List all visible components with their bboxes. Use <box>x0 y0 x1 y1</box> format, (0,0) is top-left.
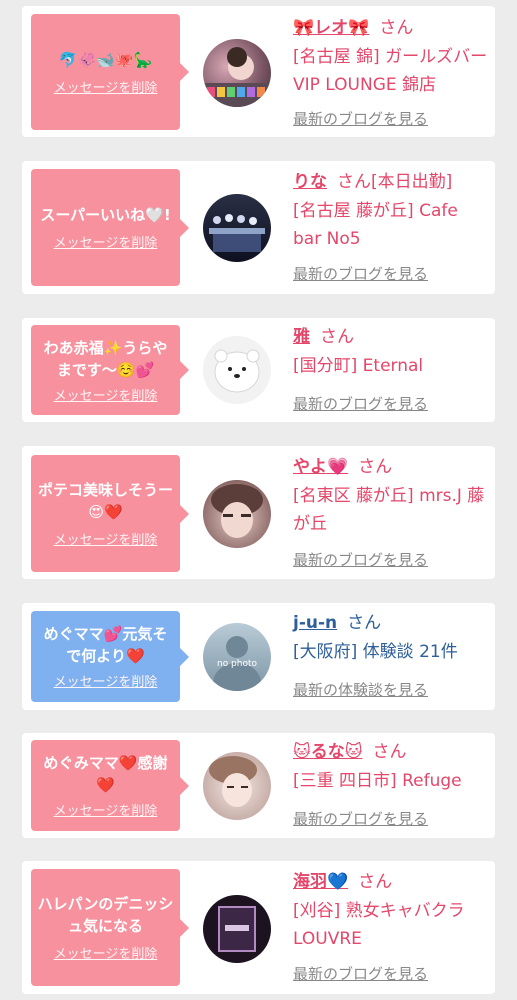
user-name-link[interactable]: j-u-n <box>293 613 337 633</box>
avatar-image <box>214 349 260 393</box>
delete-message-link[interactable]: メッセージを削除 <box>54 385 158 404</box>
shop-name: [名東区 藤が丘] mrs.J 藤が丘 <box>293 486 485 534</box>
message-bubble: スーパーいいね🤍! メッセージを削除 <box>31 169 189 286</box>
message-text: スーパーいいね🤍! <box>40 206 171 224</box>
message-text: ハレパンのデニッシュ気になる <box>37 895 174 935</box>
honorific: さん <box>347 613 382 633</box>
honorific: さん <box>358 457 393 477</box>
honorific: さん <box>379 18 414 38</box>
entry-info: 雅さん [国分町] Eternal <box>293 325 489 380</box>
honorific: さん <box>372 742 407 762</box>
entry-info: 🎀レオ🎀 さん [名古屋 錦] ガールズバー VIP LOUNGE 錦店 <box>293 16 489 99</box>
shop-name: [刈谷] 熟女キャバクラ LOUVRE <box>293 901 465 949</box>
delete-message-link[interactable]: メッセージを削除 <box>54 943 158 962</box>
user-name-link[interactable]: 海羽💙 <box>293 872 348 892</box>
user-name-link[interactable]: 雅 <box>293 327 310 347</box>
avatar[interactable] <box>203 895 271 963</box>
honorific: さん <box>337 172 371 192</box>
message-text: めぐママ💕元気そで何より❤️ <box>43 625 168 665</box>
avatar[interactable] <box>203 752 271 820</box>
message-card: スーパーいいね🤍! メッセージを削除 りな さん[本日出勤] [名古屋 藤が丘] … <box>22 161 495 294</box>
delete-message-link[interactable]: メッセージを削除 <box>54 529 158 548</box>
message-card: 🐬🦑🐋🐙🦕 メッセージを削除 🎀レオ🎀 さん [名古屋 錦] ガールズバー VIP… <box>22 6 495 137</box>
user-name-link[interactable]: 🐱るな🐱 <box>293 742 362 762</box>
entry-info: 🐱るな🐱 さん [三重 四日市] Refuge <box>293 740 489 795</box>
name-line: 🎀レオ🎀 さん <box>293 16 489 40</box>
latest-blog-link[interactable]: 最新のブログを見る <box>293 549 428 570</box>
entry-info: j-u-n さん [大阪府] 体験談 21件 <box>293 611 489 666</box>
avatar[interactable] <box>203 194 271 262</box>
message-bubble: めぐみママ❤️感謝❤️ メッセージを削除 <box>31 740 189 831</box>
avatar-image <box>211 484 263 538</box>
latest-blog-link[interactable]: 最新のブログを見る <box>293 108 428 129</box>
entry-info: 海羽💙 さん [刈谷] 熟女キャバクラ LOUVRE <box>293 870 489 953</box>
honorific: さん <box>358 872 393 892</box>
avatar[interactable]: no photo <box>203 623 271 691</box>
avatar-image <box>218 906 256 952</box>
honorific: さん <box>320 327 354 347</box>
name-line: りな さん[本日出勤] <box>293 170 489 194</box>
delete-message-link[interactable]: メッセージを削除 <box>54 800 158 819</box>
entry-info: りな さん[本日出勤] [名古屋 藤が丘] Cafe bar No5 <box>293 170 489 253</box>
message-card: ハレパンのデニッシュ気になる メッセージを削除 海羽💙 さん [刈谷] 熟女キャバ… <box>22 861 495 994</box>
delete-message-link[interactable]: メッセージを削除 <box>54 77 158 96</box>
avatar-image <box>209 756 257 807</box>
message-bubble: ポテコ美味しそうー😍❤️ メッセージを削除 <box>31 455 189 572</box>
latest-review-link[interactable]: 最新の体験談を見る <box>293 679 428 700</box>
message-text: 🐬🦑🐋🐙🦕 <box>58 50 153 69</box>
message-card: めぐみママ❤️感謝❤️ メッセージを削除 🐱るな🐱 さん [三重 四日市] Ref… <box>22 733 495 838</box>
avatar[interactable] <box>203 480 271 548</box>
entry-info: やよ💗 さん [名東区 藤が丘] mrs.J 藤が丘 <box>293 455 489 538</box>
latest-blog-link[interactable]: 最新のブログを見る <box>293 263 428 284</box>
avatar[interactable] <box>203 336 271 404</box>
message-card: ポテコ美味しそうー😍❤️ メッセージを削除 やよ💗 さん [名東区 藤が丘] mr… <box>22 446 495 579</box>
message-text: めぐみママ❤️感謝❤️ <box>43 754 168 794</box>
shop-name: [名古屋 藤が丘] Cafe bar No5 <box>293 201 458 249</box>
user-name-link[interactable]: 🎀レオ🎀 <box>293 18 369 38</box>
avatar-image <box>209 214 265 252</box>
name-line: j-u-n さん <box>293 611 489 635</box>
avatar-image <box>203 47 271 107</box>
name-line: やよ💗 さん <box>293 455 489 479</box>
message-bubble: めぐママ💕元気そで何より❤️ メッセージを削除 <box>31 611 189 702</box>
message-bubble: わあ赤福✨うらやまです〜☺️💕 メッセージを削除 <box>31 325 189 415</box>
user-name-link[interactable]: りな <box>293 172 327 192</box>
name-line: 海羽💙 さん <box>293 870 489 894</box>
shop-name: [大阪府] 体験談 21件 <box>293 642 458 662</box>
message-card: めぐママ💕元気そで何より❤️ メッセージを削除 no photo j-u-n さん… <box>22 603 495 710</box>
message-card: わあ赤福✨うらやまです〜☺️💕 メッセージを削除 雅さん [国分町] Etern… <box>22 318 495 422</box>
shop-name: [名古屋 錦] ガールズバー VIP LOUNGE 錦店 <box>293 47 488 95</box>
delete-message-link[interactable]: メッセージを削除 <box>54 232 158 251</box>
avatar-placeholder-text: no photo <box>216 659 258 669</box>
latest-blog-link[interactable]: 最新のブログを見る <box>293 963 428 984</box>
status-suffix: [本日出勤] <box>371 172 453 192</box>
message-text: わあ赤福✨うらやまです〜☺️💕 <box>43 338 168 379</box>
delete-message-link[interactable]: メッセージを削除 <box>54 671 158 690</box>
latest-blog-link[interactable]: 最新のブログを見る <box>293 808 428 829</box>
name-line: 🐱るな🐱 さん <box>293 740 489 764</box>
message-bubble: ハレパンのデニッシュ気になる メッセージを削除 <box>31 869 189 986</box>
latest-blog-link[interactable]: 最新のブログを見る <box>293 393 428 414</box>
name-line: 雅さん <box>293 325 489 349</box>
message-bubble: 🐬🦑🐋🐙🦕 メッセージを削除 <box>31 14 189 130</box>
user-name-link[interactable]: やよ💗 <box>293 457 348 477</box>
shop-name: [三重 四日市] Refuge <box>293 771 462 791</box>
message-text: ポテコ美味しそうー😍❤️ <box>37 481 173 521</box>
avatar[interactable] <box>203 39 271 107</box>
shop-name: [国分町] Eternal <box>293 356 424 376</box>
avatar-image <box>213 636 261 691</box>
